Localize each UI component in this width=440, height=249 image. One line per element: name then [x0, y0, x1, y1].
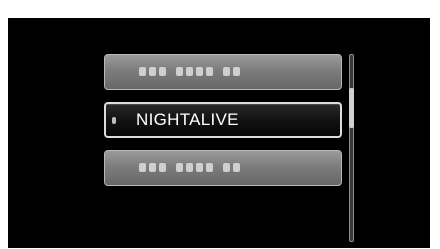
menu-item-3[interactable]: [104, 150, 342, 186]
menu-item-1[interactable]: [104, 54, 342, 90]
blurred-label-placeholder: [139, 67, 240, 76]
scrollbar-track[interactable]: [349, 54, 354, 242]
bullet-icon: [112, 117, 116, 124]
menu-item-label: NIGHTALIVE: [136, 110, 239, 129]
scrollbar-thumb[interactable]: [349, 88, 354, 128]
camera-menu-screen: NIGHTALIVE: [8, 18, 430, 248]
menu-item-nightalive[interactable]: NIGHTALIVE: [104, 102, 342, 138]
blurred-label-placeholder: [139, 163, 240, 172]
